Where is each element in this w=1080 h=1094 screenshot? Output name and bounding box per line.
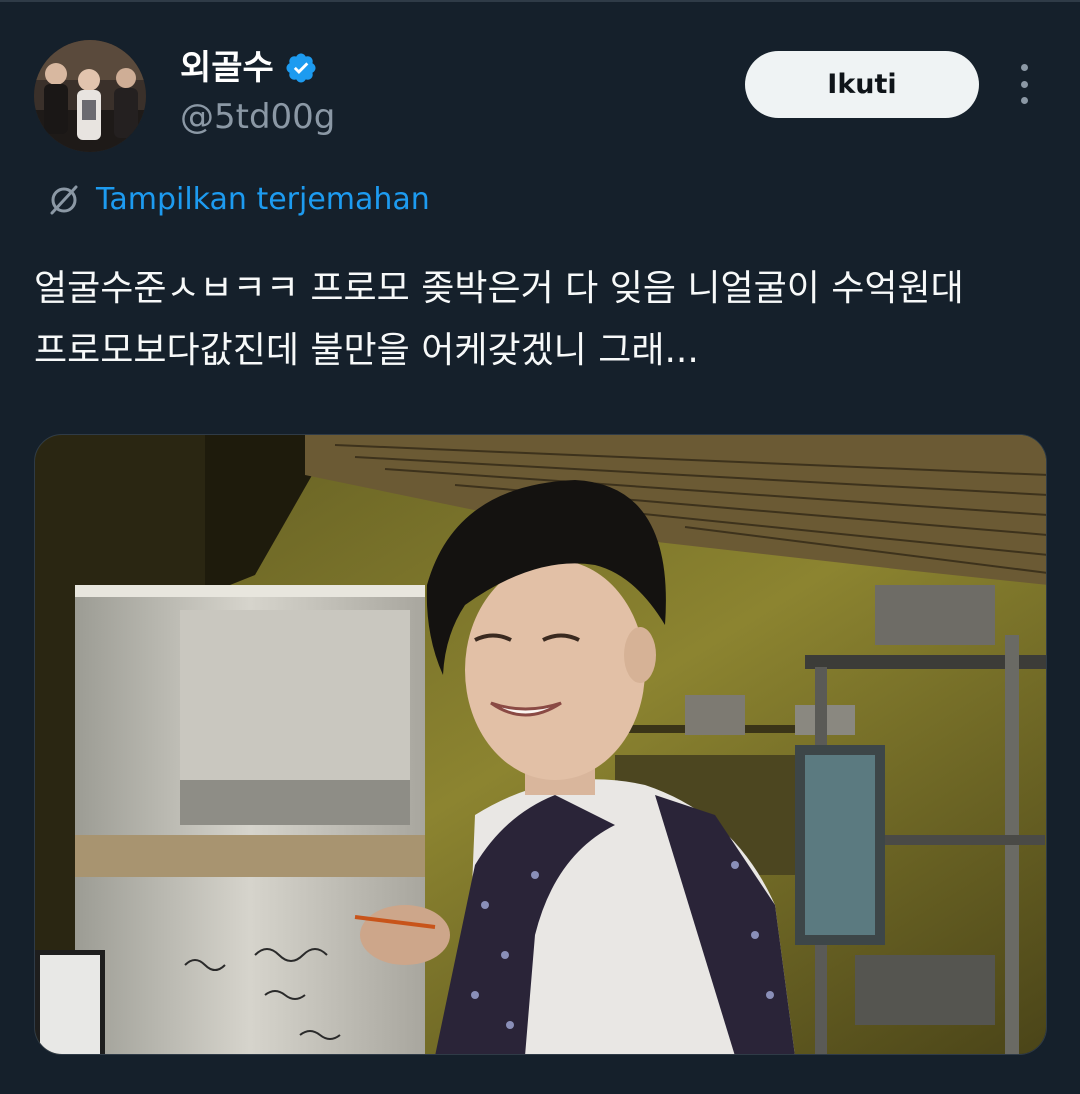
dot [1020, 97, 1028, 104]
tweet-text: 얼굴수준ㅅㅂㅋㅋ 프로모 좆박은거 다 잊음 니얼굴이 수억원대 프로모보다값진… [34, 268, 964, 371]
translate-label[interactable]: Tampilkan terjemahan [96, 180, 430, 220]
tweet: 외골수 @5td00g Ikuti Tampilkan terjemahan 얼… [0, 0, 1080, 1094]
verified-badge-icon [286, 53, 316, 83]
dot [1020, 64, 1028, 71]
tweet-photo[interactable] [34, 434, 1047, 1055]
author-display-name[interactable]: 외골수 [180, 48, 274, 88]
more-options-icon[interactable] [1008, 64, 1040, 104]
dot [1020, 80, 1028, 88]
translate-link[interactable]: Tampilkan terjemahan [46, 180, 430, 220]
globe-translate-icon [50, 185, 78, 215]
author-handle[interactable]: @5td00g [180, 96, 335, 138]
avatar[interactable] [34, 40, 146, 152]
follow-button[interactable]: Ikuti [745, 51, 979, 118]
divider [0, 0, 1080, 2]
author-name-row[interactable]: 외골수 [180, 48, 318, 88]
